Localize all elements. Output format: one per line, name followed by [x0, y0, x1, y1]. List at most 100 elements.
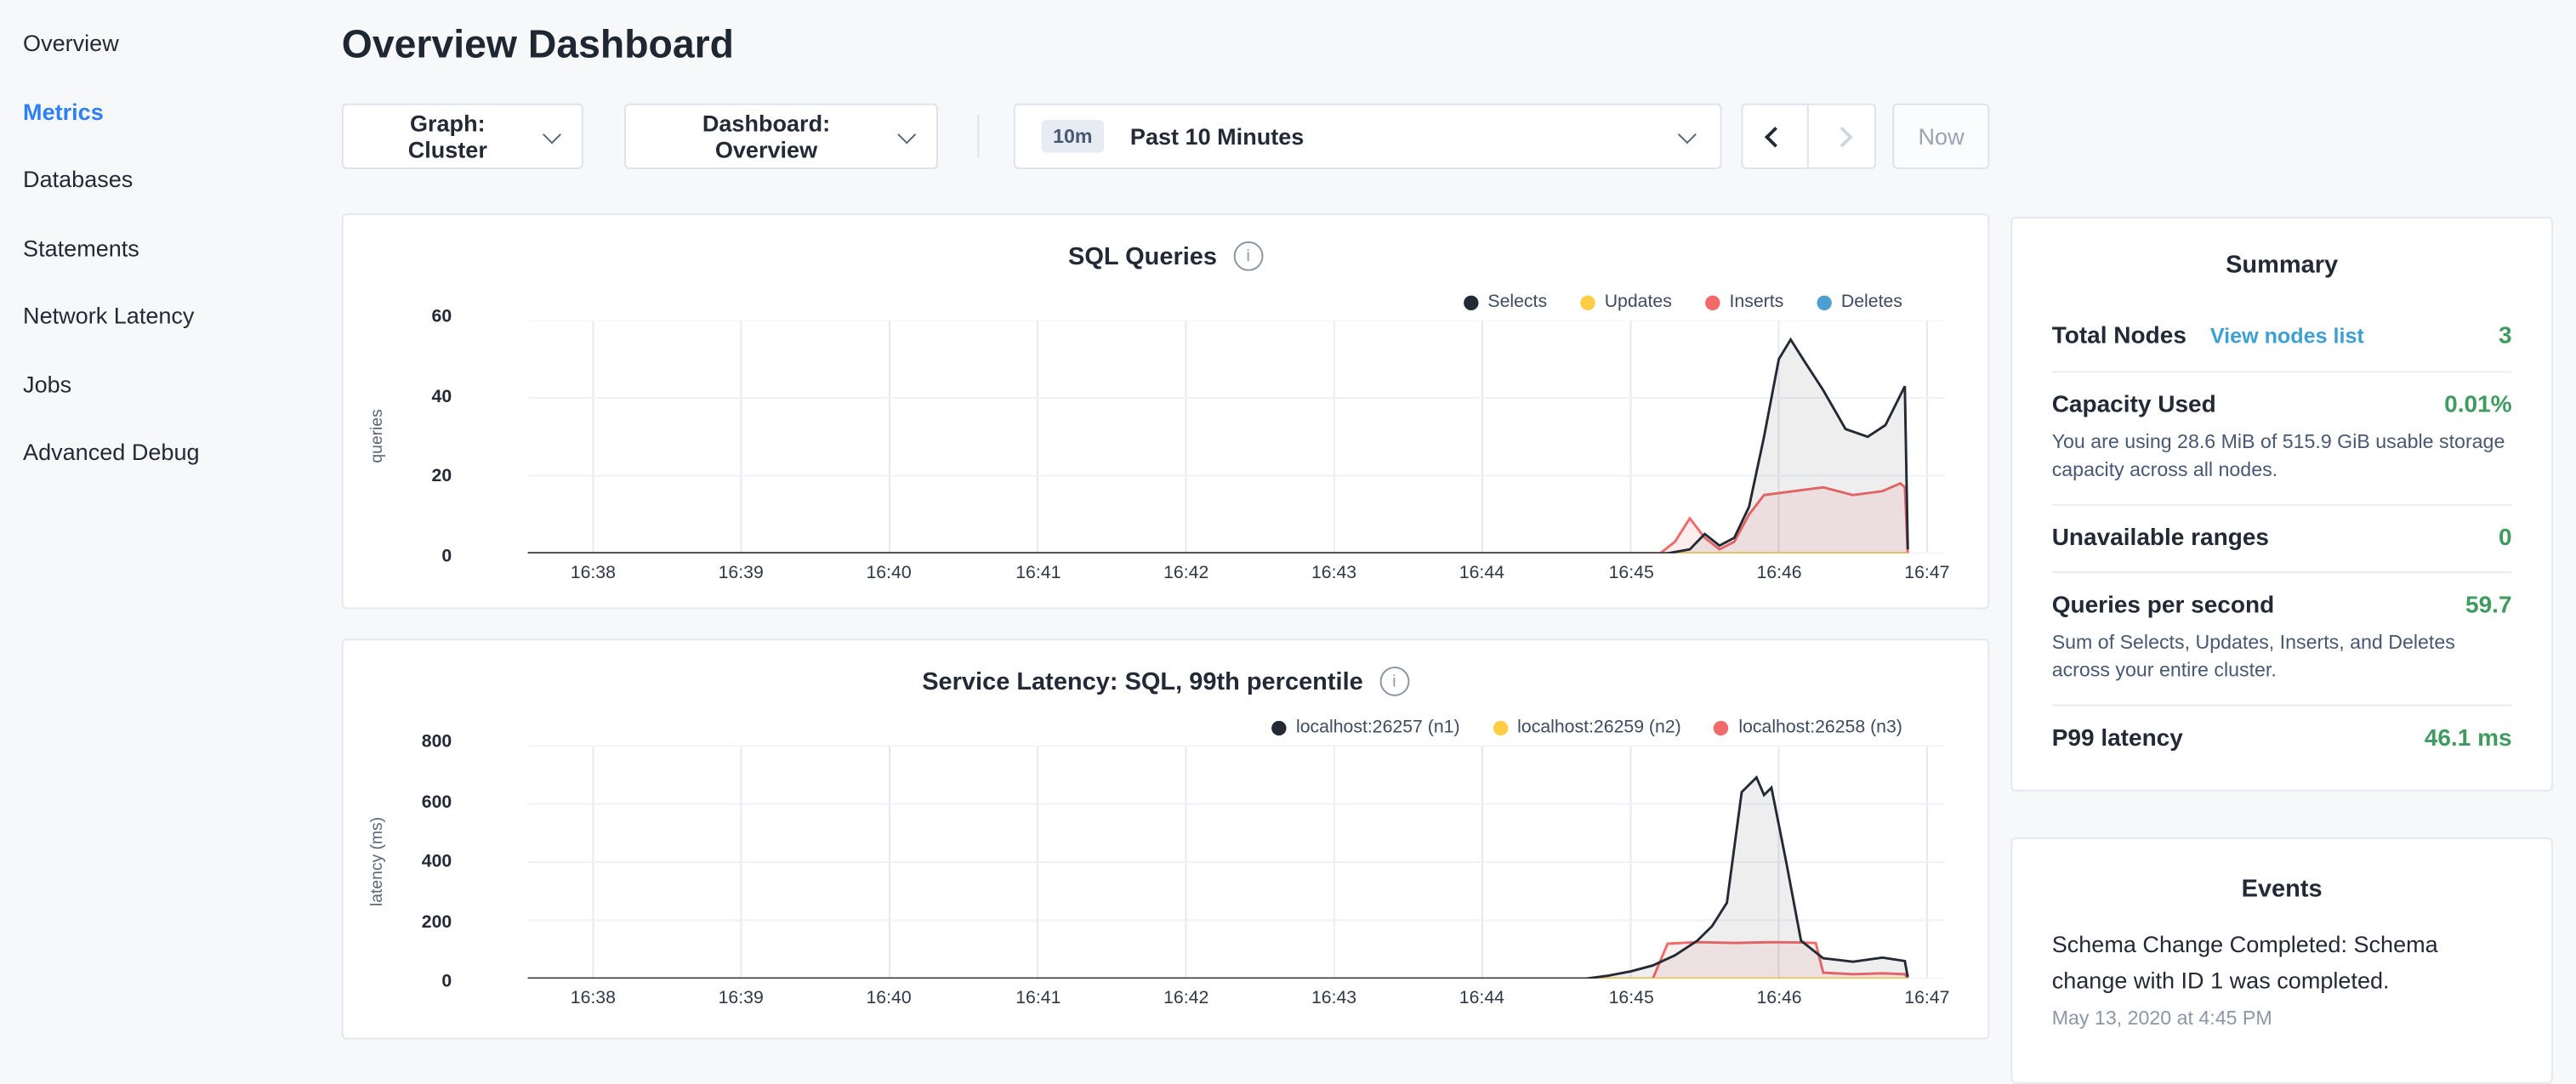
chevron-right-icon	[1832, 126, 1853, 147]
legend-dot	[1714, 720, 1728, 735]
chevron-down-icon	[898, 126, 917, 145]
time-back-button[interactable]	[1742, 104, 1809, 169]
toolbar: Graph: Cluster Dashboard: Overview 10m P…	[342, 104, 1989, 169]
right-sidebar: Summary Total Nodes View nodes list 3 Ca…	[2010, 217, 2552, 1084]
toolbar-divider	[977, 115, 979, 157]
chart-title: Service Latency: SQL, 99th percentile	[922, 667, 1363, 695]
legend-label: Selects	[1487, 292, 1547, 312]
sql-queries-plot[interactable]	[527, 321, 1945, 553]
stat-label: Total Nodes	[2052, 323, 2186, 349]
x-tick-label: 16:40	[866, 563, 911, 582]
y-tick-label: 40	[432, 387, 452, 406]
y-axis-ticks: 800 600 400 200 0	[344, 732, 452, 991]
legend-item-inserts[interactable]: Inserts	[1705, 292, 1784, 312]
y-tick-label: 800	[422, 732, 452, 752]
event-item: Schema Change Completed: Schema change w…	[2052, 926, 2512, 1030]
x-tick-label: 16:47	[1904, 563, 1949, 582]
sidebar-item-advanced-debug[interactable]: Advanced Debug	[0, 418, 342, 486]
y-tick-label: 60	[432, 307, 452, 326]
chevron-down-icon	[1679, 125, 1697, 144]
x-tick-label: 16:43	[1311, 563, 1356, 582]
sidebar: Overview Metrics Databases Statements Ne…	[0, 0, 342, 487]
stat-label: P99 latency	[2052, 726, 2183, 752]
legend-dot	[1817, 295, 1831, 309]
y-tick-label: 0	[441, 972, 452, 991]
stat-capacity-used: Capacity Used 0.01% You are using 28.6 M…	[2052, 371, 2512, 503]
chevron-down-icon	[543, 126, 561, 145]
legend-label: Deletes	[1841, 292, 1902, 312]
x-tick-label: 16:39	[719, 989, 764, 1008]
stat-queries-per-second: Queries per second 59.7 Sum of Selects, …	[2052, 571, 2512, 704]
legend-label: Updates	[1605, 292, 1672, 312]
sidebar-item-statements[interactable]: Statements	[0, 214, 342, 282]
page-title: Overview Dashboard	[342, 23, 1989, 69]
time-range-badge: 10m	[1042, 120, 1104, 153]
legend-item-n3[interactable]: localhost:26258 (n3)	[1714, 718, 1902, 737]
view-nodes-list-link[interactable]: View nodes list	[2210, 323, 2364, 348]
legend-label: localhost:26258 (n3)	[1738, 718, 1902, 737]
y-tick-label: 0	[441, 547, 452, 566]
legend-item-selects[interactable]: Selects	[1463, 292, 1547, 312]
legend-label: localhost:26257 (n1)	[1296, 718, 1460, 737]
x-tick-label: 16:46	[1756, 563, 1801, 582]
time-forward-button[interactable]	[1809, 104, 1876, 169]
sidebar-item-network-latency[interactable]: Network Latency	[0, 282, 342, 350]
chart-title: SQL Queries	[1068, 242, 1217, 270]
x-tick-label: 16:44	[1459, 989, 1504, 1008]
info-icon[interactable]	[1379, 667, 1409, 696]
stat-unavailable-ranges: Unavailable ranges 0	[2052, 504, 2512, 571]
legend-dot	[1463, 295, 1477, 309]
y-axis-ticks: 60 40 20 0	[344, 307, 452, 566]
event-text: Schema Change Completed: Schema change w…	[2052, 926, 2512, 998]
legend-label: Inserts	[1729, 292, 1783, 312]
sidebar-item-databases[interactable]: Databases	[0, 146, 342, 214]
stat-value: 59.7	[2465, 593, 2512, 619]
stat-value: 3	[2499, 323, 2512, 349]
stat-note: You are using 28.6 MiB of 515.9 GiB usab…	[2052, 428, 2512, 485]
stat-total-nodes: Total Nodes View nodes list 3	[2052, 302, 2512, 371]
x-axis-ticks: 16:38 16:39 16:40 16:41 16:42 16:43 16:4…	[527, 563, 1945, 586]
time-range-dropdown[interactable]: 10m Past 10 Minutes	[1014, 104, 1722, 169]
chart-legend: Selects Updates Inserts Deletes	[1463, 292, 1902, 312]
legend-dot	[1271, 720, 1286, 735]
stat-note: Sum of Selects, Updates, Inserts, and De…	[2052, 629, 2512, 685]
stat-value: 0	[2499, 525, 2512, 552]
stat-label: Capacity Used	[2052, 393, 2216, 419]
x-tick-label: 16:45	[1609, 989, 1654, 1008]
stat-p99-latency: P99 latency 46.1 ms	[2052, 705, 2512, 772]
service-latency-plot[interactable]	[527, 746, 1945, 979]
y-tick-label: 20	[432, 467, 452, 486]
events-panel: Events Schema Change Completed: Schema c…	[2010, 837, 2552, 1084]
graph-scope-dropdown-label: Graph: Cluster	[370, 110, 526, 162]
y-tick-label: 400	[422, 852, 452, 871]
now-button[interactable]: Now	[1893, 104, 1989, 169]
x-tick-label: 16:41	[1015, 989, 1061, 1008]
stat-value: 46.1 ms	[2425, 726, 2512, 752]
x-axis-ticks: 16:38 16:39 16:40 16:41 16:42 16:43 16:4…	[527, 989, 1945, 1012]
x-tick-label: 16:47	[1904, 989, 1949, 1008]
legend-item-n2[interactable]: localhost:26259 (n2)	[1493, 718, 1681, 737]
x-tick-label: 16:40	[866, 989, 911, 1008]
sql-queries-chart-card: SQL Queries Selects Updates Inserts Dele…	[342, 213, 1989, 609]
stat-label: Unavailable ranges	[2052, 525, 2269, 552]
graph-scope-dropdown[interactable]: Graph: Cluster	[342, 104, 583, 169]
sidebar-item-metrics[interactable]: Metrics	[0, 78, 342, 146]
x-tick-label: 16:38	[571, 563, 616, 582]
summary-heading: Summary	[2052, 251, 2512, 279]
legend-dot	[1705, 295, 1720, 309]
legend-item-n1[interactable]: localhost:26257 (n1)	[1271, 718, 1460, 737]
time-range-label: Past 10 Minutes	[1130, 123, 1304, 150]
info-icon[interactable]	[1233, 241, 1263, 271]
event-timestamp: May 13, 2020 at 4:45 PM	[2052, 1007, 2512, 1030]
legend-item-deletes[interactable]: Deletes	[1817, 292, 1902, 312]
service-latency-chart-card: Service Latency: SQL, 99th percentile lo…	[342, 638, 1989, 1039]
dashboard-dropdown[interactable]: Dashboard: Overview	[623, 104, 937, 169]
x-tick-label: 16:39	[719, 563, 764, 582]
sidebar-item-overview[interactable]: Overview	[0, 10, 342, 78]
legend-item-updates[interactable]: Updates	[1580, 292, 1672, 312]
main-content: Overview Dashboard Graph: Cluster Dashbo…	[342, 0, 1989, 1039]
x-tick-label: 16:43	[1311, 989, 1356, 1008]
x-tick-label: 16:38	[571, 989, 616, 1008]
legend-label: localhost:26259 (n2)	[1517, 718, 1681, 737]
sidebar-item-jobs[interactable]: Jobs	[0, 350, 342, 418]
